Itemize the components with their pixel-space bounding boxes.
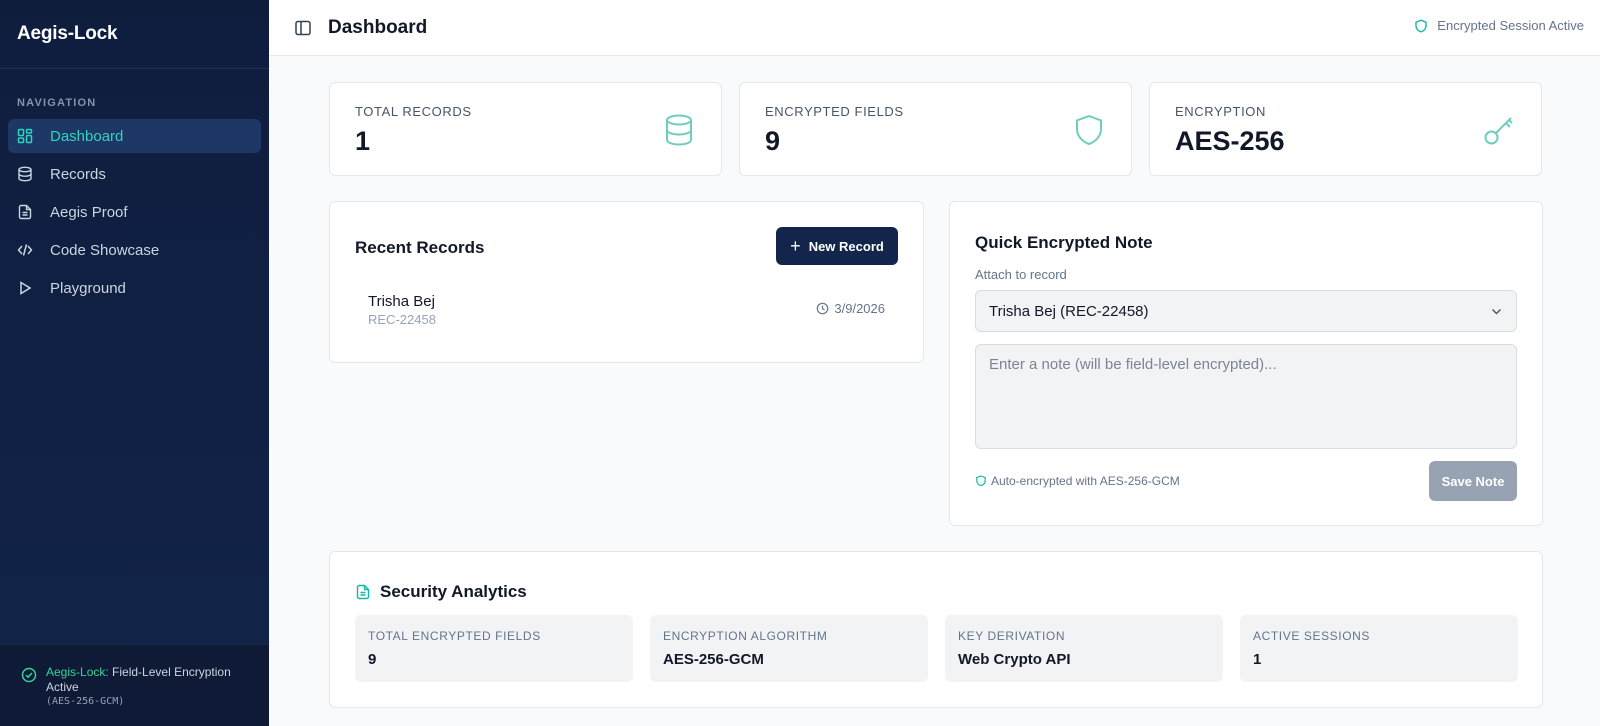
quick-note-card: Quick Encrypted Note Attach to record Tr…	[949, 201, 1543, 526]
sidebar: Aegis-Lock NAVIGATION Dashboard Records …	[0, 0, 269, 726]
file-icon	[18, 204, 32, 220]
metric-value: Web Crypto API	[958, 651, 1071, 668]
metric-encryption-algorithm: ENCRYPTION ALGORITHM AES-256-GCM	[650, 615, 928, 682]
encryption-status-footer: Aegis-Lock: Field-Level Encryption Activ…	[0, 644, 269, 726]
code-icon	[17, 244, 33, 256]
key-icon	[1484, 117, 1513, 145]
stat-card-encryption: ENCRYPTION AES-256	[1149, 82, 1542, 176]
metric-label: ACTIVE SESSIONS	[1253, 629, 1371, 643]
metric-value: AES-256-GCM	[663, 651, 764, 668]
shield-icon	[1076, 114, 1102, 146]
new-record-label: New Record	[808, 238, 884, 254]
recent-records-title: Recent Records	[355, 238, 485, 257]
nav-heading: NAVIGATION	[17, 97, 97, 109]
save-note-button[interactable]: Save Note	[1429, 461, 1517, 501]
list-item[interactable]: Trisha Bej REC-22458 3/9/2026	[355, 287, 898, 329]
attach-label: Attach to record	[975, 267, 1067, 282]
sidebar-toggle-icon[interactable]	[294, 19, 312, 37]
sidebar-item-label: Dashboard	[50, 127, 124, 145]
plus-icon: +	[790, 236, 801, 256]
metric-total-encrypted-fields: TOTAL ENCRYPTED FIELDS 9	[355, 615, 633, 682]
sidebar-item-dashboard[interactable]: Dashboard	[8, 119, 261, 153]
note-input[interactable]	[975, 344, 1517, 449]
new-record-button[interactable]: + New Record	[776, 227, 898, 265]
sidebar-item-label: Records	[50, 165, 106, 183]
quick-note-title: Quick Encrypted Note	[975, 233, 1153, 252]
database-icon	[666, 114, 692, 146]
play-icon	[20, 281, 32, 295]
shield-icon	[976, 475, 986, 487]
grid-icon	[17, 128, 33, 144]
top-header: Dashboard Encrypted Session Active	[269, 0, 1600, 56]
metric-label: TOTAL ENCRYPTED FIELDS	[368, 629, 541, 643]
recent-records-card: Recent Records + New Record Trisha Bej R…	[329, 201, 924, 363]
metric-key-derivation: KEY DERIVATION Web Crypto API	[945, 615, 1223, 682]
record-date: 3/9/2026	[816, 301, 885, 316]
footer-algorithm: (AES-256-GCM)	[46, 696, 125, 707]
sidebar-item-code-showcase[interactable]: Code Showcase	[8, 233, 261, 267]
database-icon	[18, 166, 32, 182]
encryption-status-text: Aegis-Lock: Field-Level Encryption Activ…	[46, 665, 253, 695]
security-analytics-card: Security Analytics TOTAL ENCRYPTED FIELD…	[329, 551, 1543, 708]
metric-label: ENCRYPTION ALGORITHM	[663, 629, 828, 643]
security-analytics-title: Security Analytics	[355, 582, 527, 602]
sidebar-item-records[interactable]: Records	[8, 157, 261, 191]
page-title: Dashboard	[328, 16, 428, 38]
sidebar-item-label: Aegis Proof	[50, 203, 128, 221]
record-select[interactable]: Trisha Bej (REC-22458)	[975, 290, 1517, 332]
metric-value: 1	[1253, 651, 1262, 668]
session-status: Encrypted Session Active	[1414, 18, 1584, 33]
sidebar-item-label: Code Showcase	[50, 241, 160, 259]
chevron-down-icon	[1492, 309, 1501, 315]
clock-icon	[817, 302, 829, 315]
sidebar-nav: Dashboard Records Aegis Proof Code Showc…	[0, 119, 269, 305]
app-logo[interactable]: Aegis-Lock	[0, 0, 269, 69]
record-select-value: Trisha Bej (REC-22458)	[989, 302, 1149, 320]
metric-label: KEY DERIVATION	[958, 629, 1066, 643]
stat-card-total-records: TOTAL RECORDS 1	[329, 82, 722, 176]
shield-icon	[1415, 18, 1427, 33]
sidebar-item-playground[interactable]: Playground	[8, 271, 261, 305]
sidebar-item-label: Playground	[50, 279, 126, 297]
footer-brand: Aegis-Lock:	[46, 665, 109, 679]
metric-active-sessions: ACTIVE SESSIONS 1	[1240, 615, 1518, 682]
security-analytics-title-text: Security Analytics	[380, 582, 527, 601]
check-circle-icon	[21, 667, 37, 683]
file-text-icon	[356, 584, 370, 600]
auto-encrypt-hint: Auto-encrypted with AES-256-GCM	[975, 474, 1180, 488]
sidebar-item-aegis-proof[interactable]: Aegis Proof	[8, 195, 261, 229]
session-status-text: Encrypted Session Active	[1437, 18, 1584, 33]
auto-encrypt-text: Auto-encrypted with AES-256-GCM	[991, 474, 1180, 488]
record-date-text: 3/9/2026	[834, 301, 885, 316]
metric-value: 9	[368, 651, 377, 668]
stat-card-encrypted-fields: ENCRYPTED FIELDS 9	[739, 82, 1132, 176]
